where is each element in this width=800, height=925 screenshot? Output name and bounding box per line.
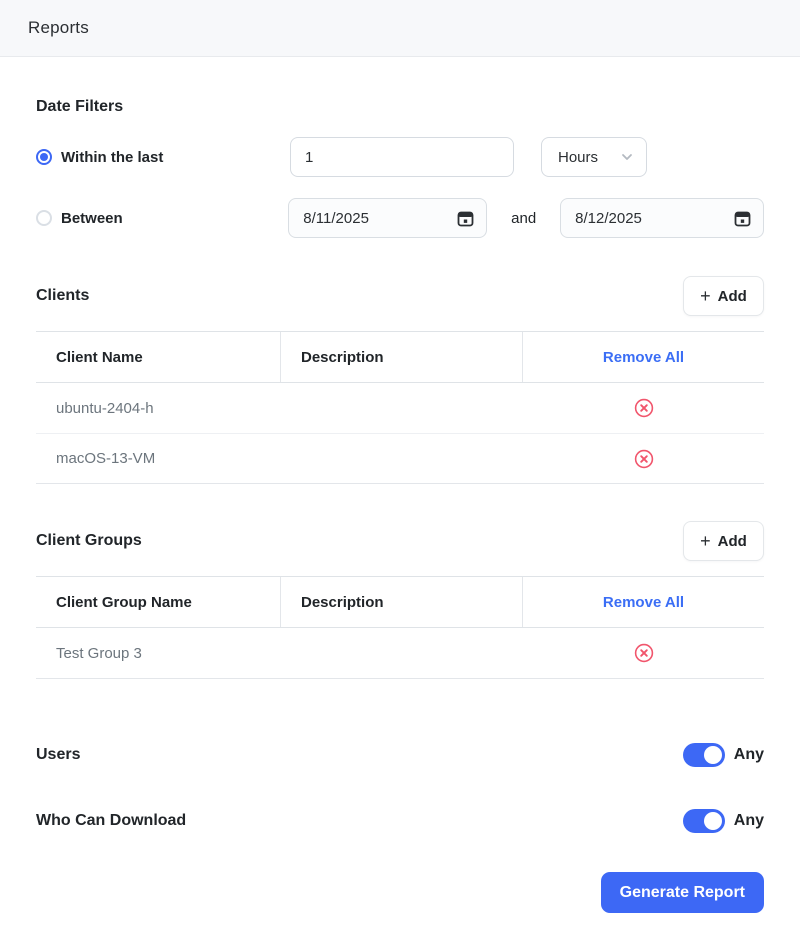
remove-circle-x-icon	[634, 398, 653, 418]
client-groups-heading: Client Groups	[36, 532, 142, 549]
remove-circle-x-icon	[634, 449, 653, 468]
add-client-group-button[interactable]: + Add	[683, 521, 764, 561]
client-name-cell: ubuntu-2404-h	[56, 399, 154, 417]
between-radio[interactable]: Between	[36, 210, 288, 227]
end-date-value: 8/12/2025	[575, 209, 642, 227]
remove-client-button[interactable]	[634, 398, 654, 418]
add-client-label: Add	[717, 287, 747, 305]
clients-col-name: Client Name	[36, 332, 281, 382]
calendar-icon[interactable]	[457, 210, 474, 227]
users-toggle-state: Any	[733, 746, 764, 763]
remove-group-button[interactable]	[634, 643, 654, 663]
generate-report-button[interactable]: Generate Report	[600, 872, 764, 913]
remove-circle-x-icon	[634, 643, 653, 663]
toggle-knob	[703, 812, 722, 830]
clients-remove-all-link[interactable]: Remove All	[523, 332, 764, 382]
users-label: Users	[36, 746, 81, 763]
group-name-cell: Test Group 3	[56, 644, 142, 662]
footer-actions: Generate Report	[36, 872, 764, 913]
toggle-knob	[703, 746, 722, 764]
within-last-value-input[interactable]	[290, 137, 514, 177]
clients-col-description: Description	[281, 332, 523, 382]
users-toggle[interactable]	[682, 743, 725, 767]
client-groups-table-header: Client Group Name Description Remove All	[36, 576, 764, 628]
client-groups-table-body: Test Group 3	[36, 628, 764, 679]
radio-unselected-icon	[36, 210, 52, 226]
who-can-download-toggle[interactable]	[682, 809, 725, 833]
calendar-icon[interactable]	[734, 210, 751, 227]
who-can-download-toggle-state: Any	[733, 812, 764, 829]
client-groups-table: Client Group Name Description Remove All…	[36, 576, 764, 679]
who-can-download-label: Who Can Download	[36, 812, 187, 829]
start-date-value: 8/11/2025	[303, 209, 369, 227]
page-header: Reports	[0, 0, 800, 57]
users-toggle-row: Users Any	[36, 743, 764, 767]
groups-col-description: Description	[281, 577, 523, 627]
clients-section-head: Clients + Add	[36, 276, 764, 316]
chevron-down-icon	[620, 150, 634, 164]
remove-client-button[interactable]	[634, 449, 654, 469]
end-date-input[interactable]: 8/12/2025	[560, 198, 764, 238]
time-unit-select[interactable]: Hours	[541, 137, 647, 177]
client-name-cell: macOS-13-VM	[56, 450, 156, 467]
page-title: Reports	[28, 18, 89, 37]
clients-table-body: ubuntu-2404-h macOS-13-VM	[36, 383, 764, 484]
within-last-radio[interactable]: Within the last	[36, 149, 290, 166]
client-group-table-row: Test Group 3	[36, 628, 764, 678]
main-content: Date Filters Within the last Hours Betwe…	[0, 98, 800, 913]
plus-icon: +	[700, 285, 711, 306]
and-label: and	[511, 209, 537, 227]
within-last-label: Within the last	[61, 148, 164, 166]
between-label: Between	[61, 209, 123, 227]
client-table-row: ubuntu-2404-h	[36, 383, 764, 433]
between-row: Between 8/11/2025 and 8/12/2025	[36, 198, 764, 238]
who-can-download-toggle-row: Who Can Download Any	[36, 809, 764, 833]
clients-table-header: Client Name Description Remove All	[36, 331, 764, 383]
within-last-row: Within the last Hours	[36, 137, 764, 177]
time-unit-value: Hours	[558, 148, 599, 166]
groups-remove-all-link[interactable]: Remove All	[523, 577, 764, 627]
radio-selected-icon	[36, 149, 52, 165]
start-date-input[interactable]: 8/11/2025	[288, 198, 488, 238]
clients-heading: Clients	[36, 287, 90, 304]
client-groups-section-head: Client Groups + Add	[36, 521, 764, 561]
plus-icon: +	[700, 530, 711, 551]
clients-table: Client Name Description Remove All ubunt…	[36, 331, 764, 484]
groups-col-name: Client Group Name	[36, 577, 281, 627]
date-filters-heading: Date Filters	[36, 98, 124, 115]
add-client-group-label: Add	[717, 532, 747, 550]
client-table-row: macOS-13-VM	[36, 433, 764, 483]
add-client-button[interactable]: + Add	[683, 276, 764, 316]
